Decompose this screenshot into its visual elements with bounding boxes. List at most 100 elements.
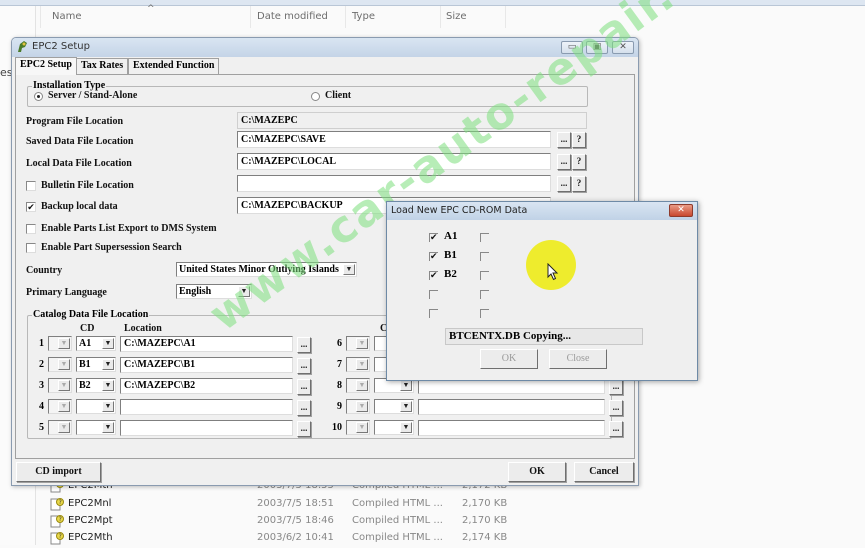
- cd-checkbox[interactable]: [480, 309, 489, 318]
- column-header-name[interactable]: Name: [52, 11, 82, 22]
- cd-location-input[interactable]: C:\MAZEPC\B1: [120, 357, 293, 373]
- chevron-down-icon: ▼: [400, 380, 412, 391]
- row-enable-select[interactable]: ▼: [346, 357, 370, 372]
- help-button[interactable]: ?: [572, 154, 586, 170]
- cd-checkbox[interactable]: [480, 233, 489, 242]
- file-type: Compiled HTML ...: [352, 515, 443, 526]
- file-row[interactable]: ? EPC2Mpt 2003/7/5 18:46 Compiled HTML ... 2…: [50, 514, 510, 530]
- title-bar[interactable]: EPC2 Setup ▭ ▣ ✕: [12, 38, 638, 57]
- cd-label: A1: [444, 230, 458, 242]
- browse-button[interactable]: ...: [297, 337, 311, 353]
- cd-select[interactable]: ▼: [374, 420, 414, 435]
- chevron-down-icon: ▼: [102, 401, 114, 412]
- column-header-size[interactable]: Size: [446, 11, 467, 22]
- row-enable-select[interactable]: ▼: [48, 399, 72, 414]
- row-enable-select[interactable]: ▼: [48, 336, 72, 351]
- tab-extended-function[interactable]: Extended Function: [128, 58, 220, 74]
- file-date: 2003/7/5 18:51: [257, 498, 334, 509]
- cd-checkbox[interactable]: [480, 290, 489, 299]
- row-number: 9: [337, 401, 342, 412]
- cd-location-input[interactable]: [120, 420, 293, 436]
- dialog-close-button[interactable]: ✕: [669, 204, 693, 217]
- cd-value: B1: [79, 359, 91, 370]
- enable-supersession-checkbox[interactable]: [26, 243, 36, 253]
- tab-tax-rates[interactable]: Tax Rates: [76, 58, 129, 74]
- cd-checkbox[interactable]: ✔: [429, 252, 438, 261]
- row-enable-select[interactable]: ▼: [346, 378, 370, 393]
- dialog-close-text-button[interactable]: Close: [549, 349, 607, 369]
- cd-column-header: CD: [80, 323, 95, 334]
- tab-epc2-setup[interactable]: EPC2 Setup: [15, 57, 77, 75]
- file-row[interactable]: ? EPC2Mnl 2003/7/5 18:51 Compiled HTML ... 2…: [50, 497, 510, 513]
- row-enable-select[interactable]: ▼: [48, 420, 72, 435]
- cd-checkbox[interactable]: [480, 252, 489, 261]
- window-title: EPC2 Setup: [32, 41, 90, 52]
- browse-button[interactable]: ...: [557, 176, 571, 192]
- saved-data-location-input[interactable]: C:\MAZEPC\SAVE: [237, 131, 551, 148]
- bulletin-file-checkbox[interactable]: [26, 181, 36, 191]
- local-data-location-input[interactable]: C:\MAZEPC\LOCAL: [237, 153, 551, 170]
- cd-checkbox[interactable]: [429, 290, 438, 299]
- cd-select[interactable]: ▼: [76, 420, 116, 435]
- cd-import-button[interactable]: CD import: [16, 462, 101, 482]
- cd-select[interactable]: A1 ▼: [76, 336, 116, 351]
- cd-location-input[interactable]: C:\MAZEPC\B2: [120, 378, 293, 394]
- column-separator: [505, 6, 506, 28]
- enable-parts-export-checkbox[interactable]: [26, 224, 36, 234]
- browse-button[interactable]: ...: [609, 379, 623, 395]
- cd-location-input[interactable]: [418, 399, 605, 415]
- cd-checkbox[interactable]: [480, 271, 489, 280]
- minimize-button[interactable]: ▭: [561, 41, 583, 54]
- chevron-down-icon: ▼: [102, 422, 114, 433]
- file-size: 2,170 KB: [462, 498, 508, 509]
- language-value: English: [179, 286, 212, 297]
- browse-button[interactable]: ...: [557, 154, 571, 170]
- browse-button[interactable]: ...: [557, 132, 571, 148]
- ok-button[interactable]: OK: [508, 462, 566, 482]
- cd-select[interactable]: ▼: [374, 399, 414, 414]
- help-button[interactable]: ?: [572, 132, 586, 148]
- server-standalone-radio[interactable]: [34, 92, 43, 101]
- row-enable-select[interactable]: ▼: [48, 378, 72, 393]
- country-select[interactable]: United States Minor Outlying Islands ▼: [176, 262, 357, 277]
- chevron-down-icon: ▼: [102, 359, 114, 370]
- cd-select[interactable]: B1 ▼: [76, 357, 116, 372]
- row-enable-select[interactable]: ▼: [48, 357, 72, 372]
- cd-checkbox[interactable]: ✔: [429, 271, 438, 280]
- browse-button[interactable]: ...: [297, 358, 311, 374]
- location-column-header: Location: [124, 323, 162, 334]
- row-enable-select[interactable]: ▼: [346, 336, 370, 351]
- column-header-type[interactable]: Type: [352, 11, 375, 22]
- app-icon: [18, 41, 27, 52]
- client-radio[interactable]: [311, 92, 320, 101]
- help-button[interactable]: ?: [572, 176, 586, 192]
- file-name: EPC2Mth: [68, 532, 113, 543]
- cd-location-input[interactable]: [418, 420, 605, 436]
- maximize-button[interactable]: ▣: [586, 41, 608, 54]
- bulletin-file-location-input[interactable]: [237, 175, 551, 192]
- browse-button[interactable]: ...: [609, 421, 623, 437]
- close-button[interactable]: ✕: [612, 41, 634, 54]
- browse-button[interactable]: ...: [297, 379, 311, 395]
- cd-location-input[interactable]: [120, 399, 293, 415]
- row-number: 2: [39, 359, 44, 370]
- column-header-date[interactable]: Date modified: [257, 11, 328, 22]
- cd-select[interactable]: ▼: [76, 399, 116, 414]
- cd-location-input[interactable]: C:\MAZEPC\A1: [120, 336, 293, 352]
- primary-language-label: Primary Language: [26, 287, 107, 298]
- browse-button[interactable]: ...: [609, 400, 623, 416]
- cd-select[interactable]: B2 ▼: [76, 378, 116, 393]
- dialog-title-bar[interactable]: Load New EPC CD-ROM Data ✕: [387, 202, 697, 220]
- cancel-button[interactable]: Cancel: [574, 462, 634, 482]
- backup-local-data-checkbox[interactable]: ✔: [26, 202, 36, 212]
- cd-checkbox[interactable]: ✔: [429, 233, 438, 242]
- chm-file-icon: ?: [50, 532, 64, 545]
- browse-button[interactable]: ...: [297, 400, 311, 416]
- primary-language-select[interactable]: English ▼: [176, 284, 252, 299]
- cd-checkbox[interactable]: [429, 309, 438, 318]
- local-data-location-label: Local Data File Location: [26, 158, 132, 169]
- dialog-ok-button[interactable]: OK: [480, 349, 538, 369]
- row-enable-select[interactable]: ▼: [346, 399, 370, 414]
- browse-button[interactable]: ...: [297, 421, 311, 437]
- row-enable-select[interactable]: ▼: [346, 420, 370, 435]
